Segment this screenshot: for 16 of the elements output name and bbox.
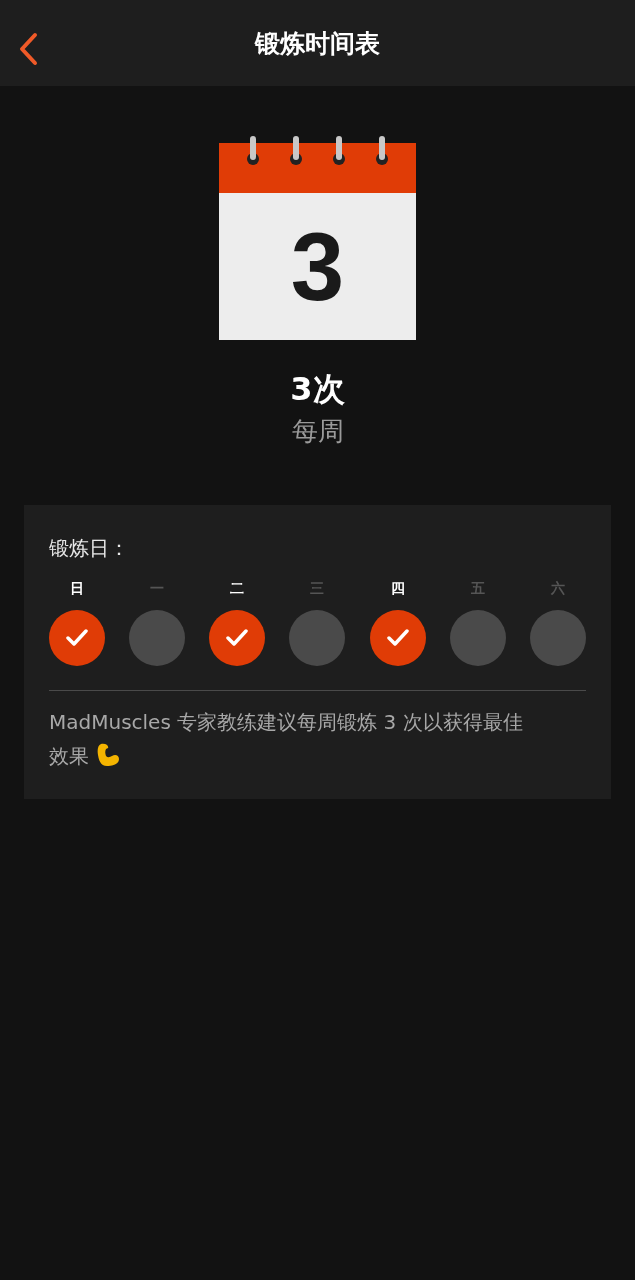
schedule-label: 锻炼日：: [49, 535, 130, 562]
frequency-period: 每周: [291, 415, 344, 448]
day-label: 四: [390, 580, 405, 598]
frequency-count: 3次: [290, 369, 345, 410]
day-toggle[interactable]: [49, 610, 105, 666]
page-title: 锻炼时间表: [255, 27, 380, 60]
back-icon: [18, 32, 38, 66]
recommendation-text: MadMuscles 专家教练建议每周锻炼 3 次以获得最佳效果: [49, 709, 524, 770]
check-icon: [66, 629, 88, 647]
day-label: 日: [70, 580, 84, 598]
check-icon: [226, 629, 249, 647]
day-label: 二: [230, 580, 245, 598]
check-icon: [386, 629, 409, 647]
flexed-arm-icon: [95, 742, 122, 768]
binder-rings-icon: [245, 136, 390, 168]
calendar-number: 3: [290, 211, 345, 322]
